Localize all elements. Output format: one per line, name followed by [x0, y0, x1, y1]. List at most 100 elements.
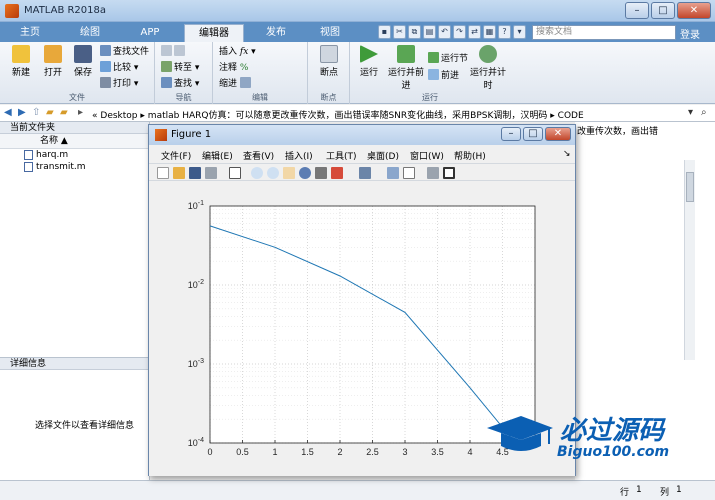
nav-back-icon[interactable]	[161, 45, 187, 59]
menu-desktop[interactable]: 桌面(D)	[367, 149, 399, 162]
pointer-icon[interactable]	[229, 167, 241, 179]
qat-copy-icon[interactable]: ⧉	[408, 25, 421, 39]
menu-view[interactable]: 查看(V)	[243, 149, 274, 162]
group-run: 运行 运行并前进 运行节 前进 运行并计时 运行	[350, 42, 510, 104]
legend-icon[interactable]	[403, 167, 415, 179]
menu-tools[interactable]: 工具(T)	[326, 149, 357, 162]
qat-dropdown-icon[interactable]: ▾	[513, 25, 526, 39]
x-tick-label: 2	[337, 447, 342, 457]
open-file-icon[interactable]	[173, 167, 185, 179]
goto-button[interactable]: 转至 ▾	[161, 61, 199, 75]
compare-button[interactable]: 比较 ▾	[100, 61, 138, 75]
brush-icon[interactable]	[331, 167, 343, 179]
link-plot-icon[interactable]	[359, 167, 371, 179]
print-figure-icon[interactable]	[205, 167, 217, 179]
rotate-icon[interactable]	[299, 167, 311, 179]
new-figure-icon[interactable]	[157, 167, 169, 179]
back-arrow-icon[interactable]: ◀	[4, 107, 12, 118]
menu-edit[interactable]: 编辑(E)	[202, 149, 233, 162]
qat-cut-icon[interactable]: ✂	[393, 25, 406, 39]
run-time-button[interactable]: 运行并计时	[470, 45, 506, 91]
save-figure-icon[interactable]	[189, 167, 201, 179]
tab-apps[interactable]: APP	[128, 24, 172, 42]
qat-save-icon[interactable]: ▪	[378, 25, 391, 39]
title-bar: MATLAB R2018a – □ ✕	[0, 0, 715, 22]
menu-dock-icon[interactable]: ↘	[563, 149, 571, 159]
insert-button[interactable]: 插入 fx ▾	[219, 45, 256, 59]
print-button[interactable]: 打印 ▾	[100, 77, 138, 91]
zoom-in-icon[interactable]	[251, 167, 263, 179]
qat-undo-icon[interactable]: ↶	[438, 25, 451, 39]
qat-help-icon[interactable]: ?	[498, 25, 511, 39]
find-icon	[161, 77, 172, 88]
menu-insert[interactable]: 插入(I)	[285, 149, 313, 162]
pan-icon[interactable]	[283, 167, 295, 179]
hide-plot-tools-icon[interactable]	[427, 167, 439, 179]
ribbon-tabs: 主页 绘图 APP 编辑器 发布 视图 ▪ ✂ ⧉ ▤ ↶ ↷ ⇄ ▦ ? ▾ …	[0, 22, 715, 42]
scrollbar-thumb[interactable]	[686, 172, 694, 202]
breadcrumb-project[interactable]: matlab HARQ仿真：可以随意更改重传次数，画出错误率随SNR变化曲线，采…	[148, 111, 548, 121]
editor-scrollbar[interactable]	[684, 160, 695, 360]
advance-button[interactable]: 前进	[428, 69, 459, 83]
tab-plots[interactable]: 绘图	[68, 24, 112, 42]
group-file-label: 文件	[69, 93, 85, 102]
qat-redo-icon[interactable]: ↷	[453, 25, 466, 39]
dropdown-icon[interactable]: ▾	[688, 107, 693, 118]
search-folder-icon[interactable]: ⌕	[701, 107, 707, 118]
figure-matlab-icon	[155, 129, 167, 141]
menu-file[interactable]: 文件(F)	[161, 149, 191, 162]
current-folder-panel: 当前文件夹 名称 ▲ harq.m transmit.m	[0, 122, 150, 357]
breadcrumb-desktop[interactable]: Desktop	[100, 111, 137, 121]
new-button[interactable]: 新建	[6, 45, 36, 78]
login-link[interactable]: 登录	[680, 26, 700, 41]
show-plot-tools-icon[interactable]	[443, 167, 455, 179]
folder-menu-icon[interactable]: ▸	[78, 107, 83, 118]
qat-layout-icon[interactable]: ▦	[483, 25, 496, 39]
find-files-button[interactable]: 查找文件	[100, 45, 149, 59]
data-cursor-icon[interactable]	[315, 167, 327, 179]
qat-paste-icon[interactable]: ▤	[423, 25, 436, 39]
open-button[interactable]: 打开	[38, 45, 68, 78]
figure-minimize-icon[interactable]: –	[501, 127, 521, 141]
breadcrumb: « Desktop ▸ matlab HARQ仿真：可以随意更改重传次数，画出错…	[92, 111, 584, 121]
search-input[interactable]: 搜索文档	[532, 25, 676, 40]
figure-title-bar: Figure 1 – □ ✕	[149, 125, 575, 145]
run-section-button[interactable]: 运行节	[428, 52, 468, 66]
y-tick-label: 10-2	[188, 279, 204, 290]
close-icon[interactable]: ✕	[677, 2, 711, 19]
list-item[interactable]: transmit.m	[0, 161, 149, 173]
minimize-icon[interactable]: –	[625, 2, 649, 19]
group-breakpoints-label: 断点	[320, 93, 337, 102]
up-folder-icon[interactable]: ⇧	[32, 107, 40, 118]
indent-icon	[239, 77, 251, 88]
figure-close-icon[interactable]: ✕	[545, 127, 571, 141]
status-bar: 行 1 列 1	[0, 480, 715, 500]
tab-view[interactable]: 视图	[308, 24, 352, 42]
comment-button[interactable]: 注释 %	[219, 61, 248, 75]
recent-folder-icon[interactable]: ▰	[60, 107, 68, 118]
qat-switch-icon[interactable]: ⇄	[468, 25, 481, 39]
browse-folder-icon[interactable]: ▰	[46, 107, 54, 118]
list-item[interactable]: harq.m	[0, 149, 149, 161]
save-button[interactable]: 保存	[68, 45, 98, 78]
figure-maximize-icon[interactable]: □	[523, 127, 543, 141]
tab-editor[interactable]: 编辑器	[184, 24, 244, 42]
find-button[interactable]: 查找 ▾	[161, 77, 199, 91]
tab-publish[interactable]: 发布	[254, 24, 298, 42]
forward-arrow-icon[interactable]: ▶	[18, 107, 26, 118]
breadcrumb-code[interactable]: CODE	[558, 111, 584, 121]
name-column-header[interactable]: 名称 ▲	[0, 134, 149, 149]
run-button[interactable]: 运行	[354, 45, 384, 78]
figure-toolbar	[149, 163, 575, 181]
run-advance-button[interactable]: 运行并前进	[388, 45, 424, 91]
maximize-icon[interactable]: □	[651, 2, 675, 19]
menu-window[interactable]: 窗口(W)	[410, 149, 444, 162]
m-file-icon	[24, 150, 33, 160]
menu-help[interactable]: 帮助(H)	[454, 149, 486, 162]
colorbar-icon[interactable]	[387, 167, 399, 179]
breakpoints-button[interactable]: 断点	[314, 45, 344, 78]
matlab-logo-icon	[5, 4, 19, 18]
zoom-out-icon[interactable]	[267, 167, 279, 179]
tab-home[interactable]: 主页	[8, 24, 52, 42]
indent-button[interactable]: 缩进	[219, 77, 253, 91]
